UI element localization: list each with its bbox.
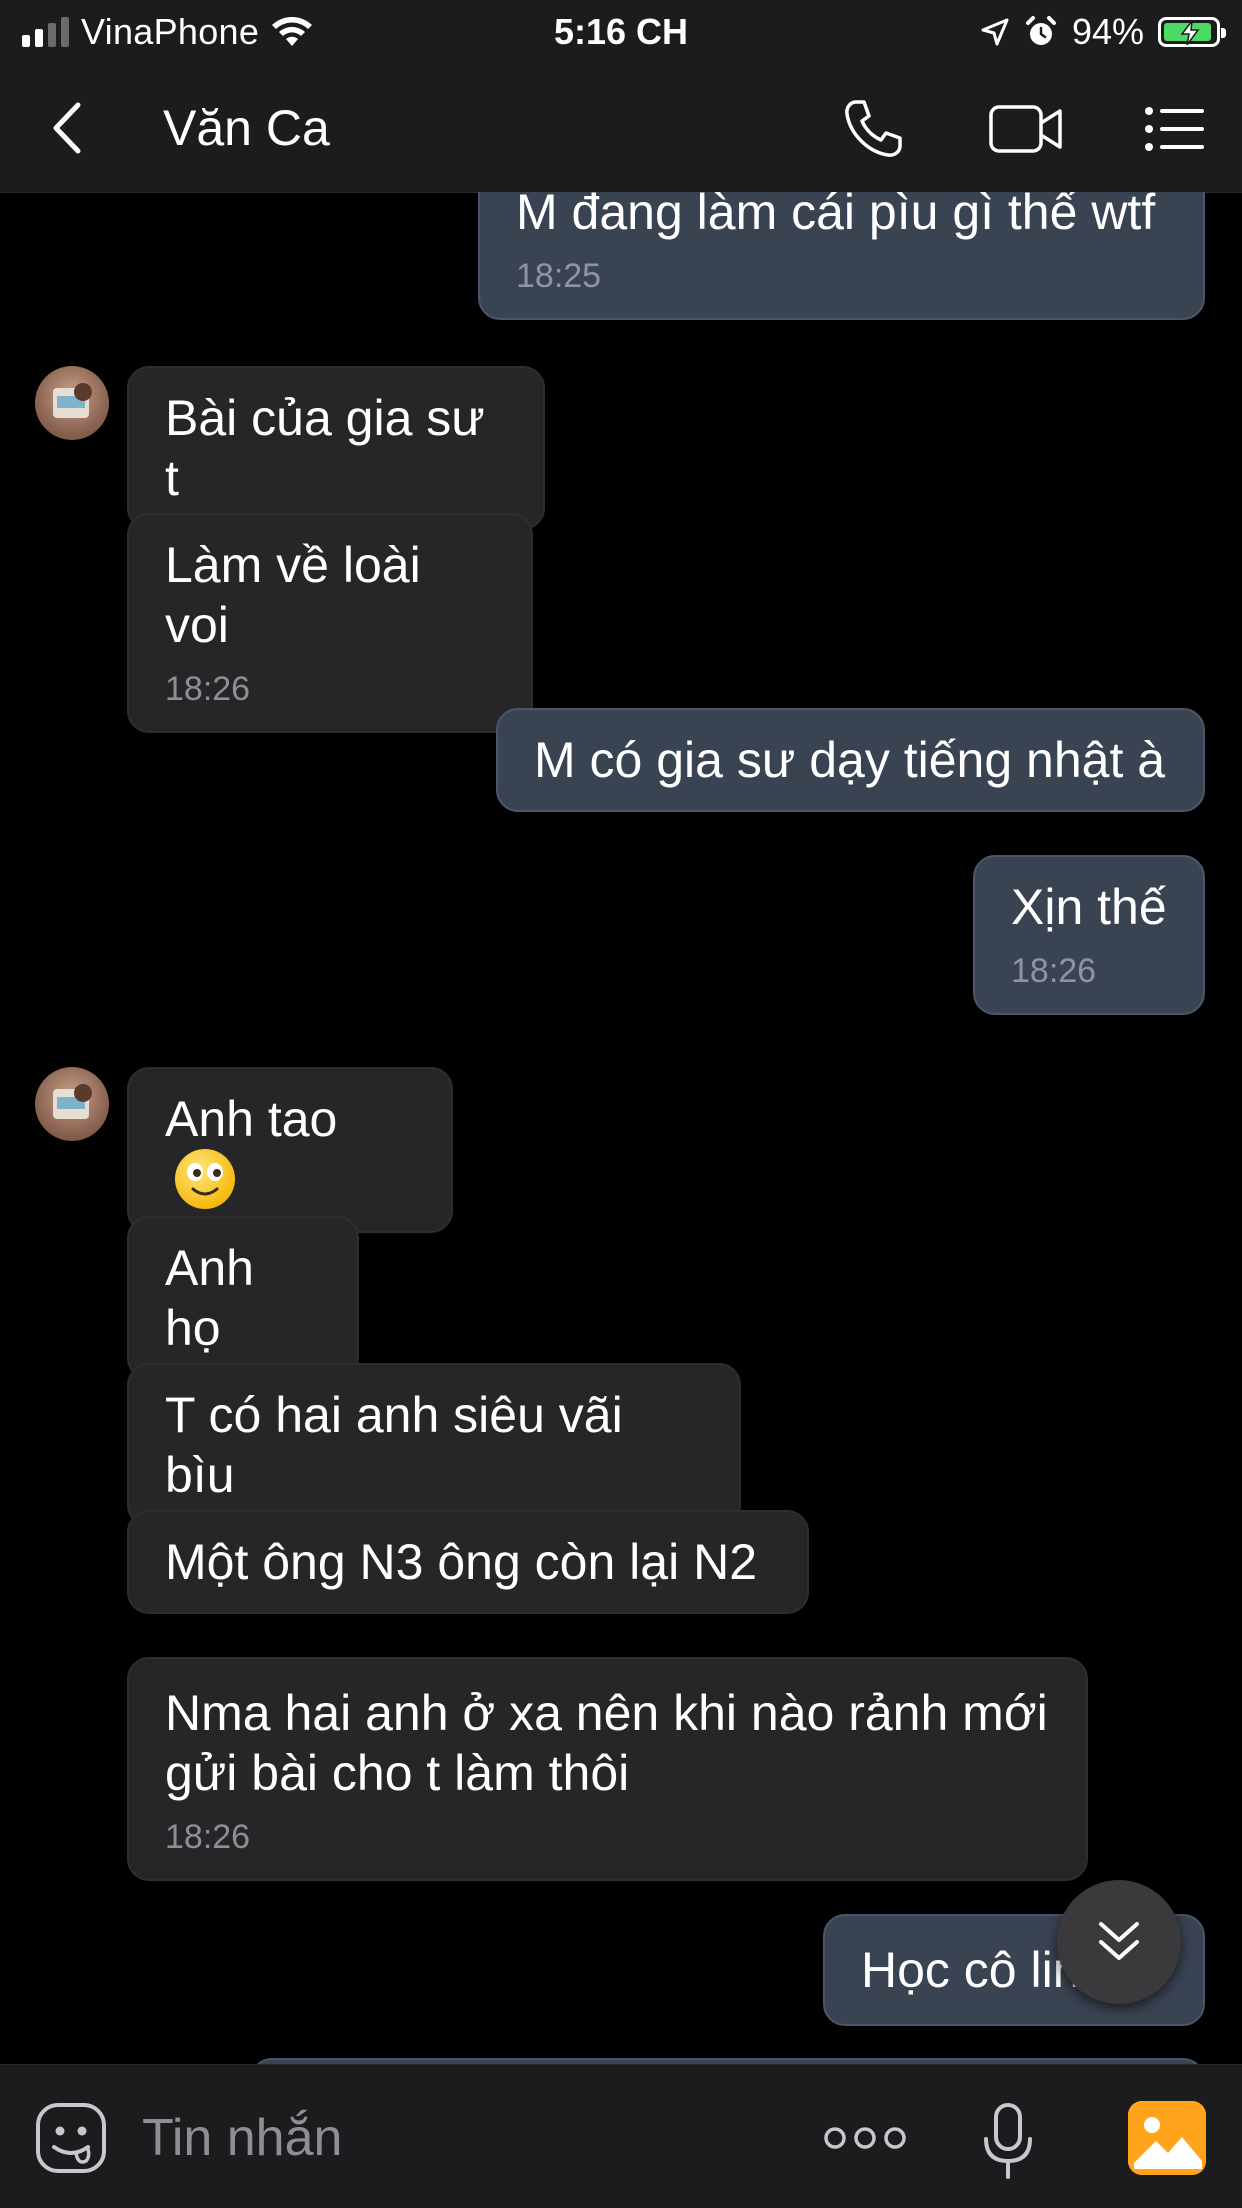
back-button[interactable]: [36, 98, 96, 158]
incoming-message[interactable]: Anh họ: [127, 1216, 359, 1380]
slightly-smiling-face-icon: [175, 1148, 235, 1209]
outgoing-message[interactable]: Xịn thế 18:26: [973, 855, 1205, 1015]
chat-header: Văn Ca: [0, 64, 1242, 193]
emoji-icon: [36, 2103, 106, 2173]
message-text: Bài của gia sư t: [165, 390, 485, 506]
alarm-icon: [1025, 16, 1056, 45]
message-text: Anh họ: [165, 1240, 254, 1356]
incoming-message[interactable]: Anh tao: [127, 1067, 453, 1233]
message-time: 18:26: [165, 670, 251, 708]
scroll-to-bottom-button[interactable]: [1057, 1880, 1181, 2004]
menu-list-icon: [1145, 107, 1204, 151]
microphone-icon: [984, 2103, 1032, 2179]
message-text: T có hai anh siêu vãi bìu: [165, 1387, 623, 1503]
status-bar: VinaPhone 5:16 CH 94%: [0, 0, 1242, 64]
message-text: Anh tao: [165, 1091, 338, 1147]
incoming-message[interactable]: T có hai anh siêu vãi bìu: [127, 1363, 741, 1527]
message-time: 18:26: [1011, 952, 1097, 990]
voice-call-button[interactable]: [838, 94, 908, 164]
send-photo-button[interactable]: [1128, 2101, 1206, 2175]
message-text: Nma hai anh ở xa nên khi nào rảnh mới gử…: [165, 1685, 1048, 1801]
back-chevron-icon: [53, 102, 81, 154]
message-text: Làm về loài voi: [165, 537, 421, 653]
emoji-button[interactable]: [34, 2101, 108, 2175]
incoming-message[interactable]: Bài của gia sư t: [127, 366, 545, 530]
chat-screen: VinaPhone 5:16 CH 94% Văn Ca M đang làm …: [0, 0, 1242, 2208]
more-dots-icon: [824, 2127, 906, 2149]
photo-icon: [1128, 2101, 1206, 2175]
options-menu-button[interactable]: [1140, 94, 1210, 164]
message-text: Một ông N3 ông còn lại N2: [165, 1534, 758, 1590]
battery-charging-icon: [1158, 17, 1226, 47]
incoming-message[interactable]: Làm về loài voi 18:26: [127, 513, 533, 733]
incoming-message[interactable]: Một ông N3 ông còn lại N2: [127, 1510, 809, 1614]
contact-avatar[interactable]: [35, 366, 109, 440]
more-options-button[interactable]: [820, 2113, 910, 2163]
message-text: M có gia sư dạy tiếng nhật à: [534, 732, 1166, 788]
contact-name[interactable]: Văn Ca: [163, 96, 330, 160]
message-input-bar: [0, 2064, 1242, 2208]
outgoing-message[interactable]: M đang làm cái pìu gì thế wtf 18:25: [478, 192, 1205, 320]
message-text: M đang làm cái pìu gì thế wtf: [516, 192, 1156, 240]
message-time: 18:26: [165, 1818, 251, 1856]
message-list[interactable]: M đang làm cái pìu gì thế wtf 18:25 Bài …: [0, 192, 1242, 2064]
location-icon: [981, 18, 1009, 46]
contact-avatar[interactable]: [35, 1067, 109, 1141]
outgoing-message[interactable]: M có gia sư dạy tiếng nhật à: [496, 708, 1205, 812]
video-call-button[interactable]: [986, 94, 1066, 164]
status-right: 94%: [980, 8, 1226, 56]
battery-percentage: 94%: [1071, 11, 1144, 52]
message-text: Xịn thế: [1011, 879, 1167, 935]
double-chevron-down-icon: [1099, 1922, 1139, 1960]
phone-icon: [845, 100, 902, 157]
incoming-message[interactable]: Nma hai anh ở xa nên khi nào rảnh mới gử…: [127, 1657, 1088, 1881]
message-input[interactable]: [140, 2095, 704, 2181]
video-camera-icon: [989, 105, 1062, 153]
message-time: 18:25: [516, 257, 602, 295]
voice-message-button[interactable]: [980, 2101, 1036, 2181]
